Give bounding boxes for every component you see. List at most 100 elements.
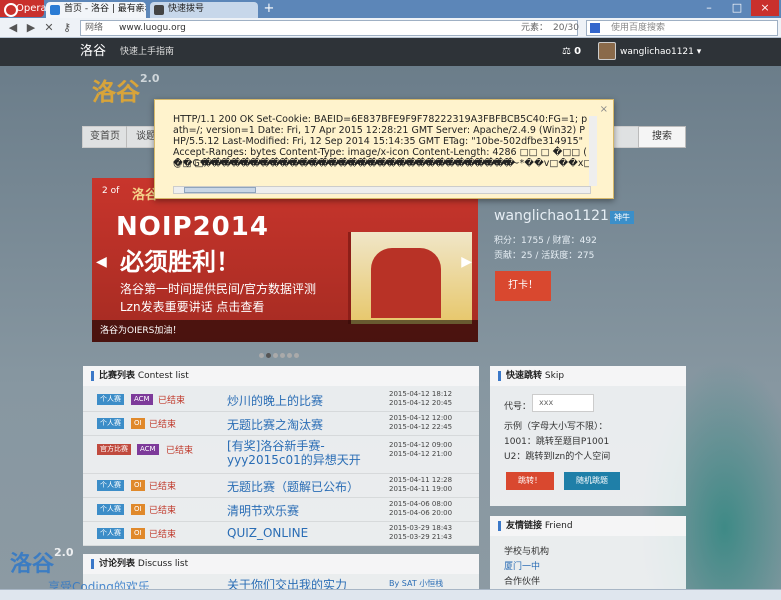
contest-start: 2015-04-11 12:28 (389, 476, 453, 484)
popup-response-text: HTTP/1.1 200 OK Set-Cookie: BAEID=6E837B… (173, 114, 588, 169)
panel-title: 讨论列表 (99, 559, 136, 569)
popup-binary-text: ��G��������������������������������~*��v… (173, 158, 591, 169)
panel-subtitle: Contest list (137, 371, 189, 381)
friend-link[interactable]: 厦门一中 (504, 559, 540, 572)
key-icon[interactable]: ⚷ (60, 20, 74, 36)
table-row[interactable]: 个人赛 OI 已结束 无题比赛（题解已公布） 2015-04-11 12:28 2… (83, 474, 479, 498)
contest-type-tag: 个人赛 (97, 418, 124, 429)
banner-carousel[interactable]: 2 of 洛谷 NOIP2014 必须胜利！ 洛谷第一时间提供民间/官方数据评测… (92, 178, 478, 342)
popup-horizontal-scrollbar[interactable] (173, 186, 591, 194)
contest-title-link[interactable]: [有奖]洛谷新手赛-yyy2015c01的异想天开 (227, 439, 367, 467)
checkin-button[interactable]: 打卡！ (495, 271, 551, 301)
banner-line2: Lzn发表重要讲话 点击查看 (120, 300, 265, 314)
banner-line1: 洛谷第一时间提供民间/官方数据评测 (120, 282, 317, 296)
carousel-dot[interactable] (273, 353, 278, 358)
nav-item-home[interactable]: 变首页 (84, 126, 127, 148)
carousel-dot[interactable] (287, 353, 292, 358)
forward-icon[interactable]: ▶ (24, 20, 38, 36)
friend-link[interactable]: 合作伙伴 (504, 574, 540, 587)
contest-end: 2015-04-12 20:45 (389, 399, 453, 407)
carousel-dot[interactable] (259, 353, 264, 358)
maximize-icon[interactable]: □ (723, 0, 751, 16)
back-icon[interactable]: ◀ (6, 20, 20, 36)
contest-status: 已结束 (149, 482, 177, 492)
tab-label: 快速拨号 (168, 4, 205, 14)
table-row[interactable]: 官方比赛 ACM 已结束 [有奖]洛谷新手赛-yyy2015c01的异想天开 2… (83, 436, 479, 474)
random-problem-button[interactable]: 随机跳题 (564, 472, 620, 490)
carousel-dot[interactable] (294, 353, 299, 358)
stop-icon[interactable]: ✕ (42, 20, 56, 36)
contest-type-tag: 个人赛 (97, 480, 124, 491)
window-close-icon[interactable]: × (751, 0, 779, 16)
search-input[interactable]: 使用百度搜索 (586, 20, 778, 36)
contest-list-panel: 比赛列表 Contest list 个人赛 ACM 已结束 炒川的晚上的比赛 2… (83, 366, 479, 546)
luogu-favicon-icon (50, 5, 60, 15)
status-badge: 神牛 (610, 211, 634, 224)
site-brand[interactable]: 洛谷 (80, 38, 106, 66)
chevron-down-icon: ▾ (696, 47, 702, 57)
contest-title-link[interactable]: 无题比赛（题解已公布） (227, 478, 359, 495)
gift-counter[interactable]: ⚖ 0 (562, 38, 581, 66)
gift-icon: ⚖ (562, 46, 575, 57)
contest-status: 已结束 (149, 530, 177, 540)
panel-subtitle: Discuss list (137, 559, 189, 569)
contest-title-link[interactable]: QUIZ_ONLINE (227, 526, 308, 540)
panel-subtitle: Skip (544, 371, 565, 381)
banner-next-icon[interactable]: ▶ (461, 254, 472, 270)
carousel-dot[interactable] (280, 353, 285, 358)
contest-time: 2015-04-12 09:00 2015-04-12 21:00 (389, 441, 452, 459)
user-score: 积分：1755 / 财富：492 (494, 236, 597, 246)
discuss-list-header: 讨论列表 Discuss list (83, 554, 479, 574)
contest-title-link[interactable]: 炒川的晚上的比赛 (227, 392, 323, 409)
banner-title: NOIP2014 (116, 212, 269, 242)
contest-time: 2015-04-12 18:12 2015-04-12 20:45 (389, 390, 452, 408)
opera-menu-button[interactable]: Opera (0, 0, 47, 17)
logo-version: 2.0 (140, 72, 160, 85)
contest-type-tag: 个人赛 (97, 394, 124, 405)
table-row[interactable]: 个人赛 ACM 已结束 炒川的晚上的比赛 2015-04-12 18:12 201… (83, 388, 479, 412)
contest-time: 2015-04-06 08:00 2015-04-06 20:00 (389, 500, 452, 518)
minimize-icon[interactable]: – (695, 0, 723, 16)
contest-status: 已结束 (166, 446, 194, 456)
quick-start-link[interactable]: 快速上手指南 (120, 38, 174, 66)
table-row[interactable]: 个人赛 OI 已结束 清明节欢乐赛 2015-04-06 08:00 2015-0… (83, 498, 479, 522)
banner-prev-icon[interactable]: ◀ (96, 254, 107, 270)
elements-count: 20/30 (553, 23, 579, 33)
tab-speed-dial[interactable]: 快速拨号 (150, 2, 258, 18)
contest-title-link[interactable]: 清明节欢乐赛 (227, 502, 299, 519)
contest-end: 2015-04-06 20:00 (389, 509, 453, 517)
header-username[interactable]: wanglichao1121 ▾ (620, 38, 701, 66)
speed-dial-icon (154, 5, 164, 15)
skip-code-input[interactable]: xxx (532, 394, 594, 412)
tab-luogu[interactable]: 首页 - 洛谷 | 最有亲和... × (46, 2, 146, 18)
address-bar[interactable]: 网络 www.luogu.org 元素： 20/30 (80, 20, 579, 36)
contest-status: 已结束 (158, 396, 186, 406)
contest-status: 已结束 (149, 420, 177, 430)
contest-format-tag: OI (131, 504, 145, 515)
new-tab-button[interactable]: + (262, 2, 276, 16)
contest-start: 2015-04-12 09:00 (389, 441, 453, 449)
skip-hint: 1001：跳转至题目P1001 (504, 437, 610, 447)
user-panel-name[interactable]: wanglichao1121 (494, 208, 609, 224)
logo-text: 洛谷 (92, 78, 140, 106)
skip-panel: 快速跳转 Skip 代号： xxx 示例（字母大小写不限）： 1001：跳转至题… (490, 366, 686, 506)
panel-title: 快速跳转 (506, 371, 543, 381)
site-search-button[interactable]: 搜索 (638, 126, 686, 148)
popup-vertical-scrollbar[interactable] (589, 116, 597, 186)
scrollbar-thumb[interactable] (184, 187, 256, 193)
jump-button[interactable]: 跳转！ (506, 472, 554, 490)
contest-format-tag: ACM (137, 444, 159, 455)
banner-poster-image (348, 232, 472, 324)
avatar[interactable] (598, 42, 616, 60)
close-icon[interactable]: × (134, 2, 142, 17)
contest-format-tag: OI (131, 480, 145, 491)
table-row[interactable]: 个人赛 OI 已结束 QUIZ_ONLINE 2015-03-29 18:43 2… (83, 522, 479, 546)
friend-link[interactable]: 学校与机构 (504, 544, 549, 557)
close-icon[interactable]: × (600, 104, 608, 115)
contest-format-tag: ACM (131, 394, 153, 405)
contest-title-link[interactable]: 无题比赛之淘汰赛 (227, 416, 323, 433)
http-response-popup: × HTTP/1.1 200 OK Set-Cookie: BAEID=6E83… (154, 99, 614, 199)
discuss-item-author[interactable]: By SAT 小恒栈 (389, 578, 443, 589)
carousel-dot[interactable] (266, 353, 271, 358)
table-row[interactable]: 个人赛 OI 已结束 无题比赛之淘汰赛 2015-04-12 12:00 2015… (83, 412, 479, 436)
